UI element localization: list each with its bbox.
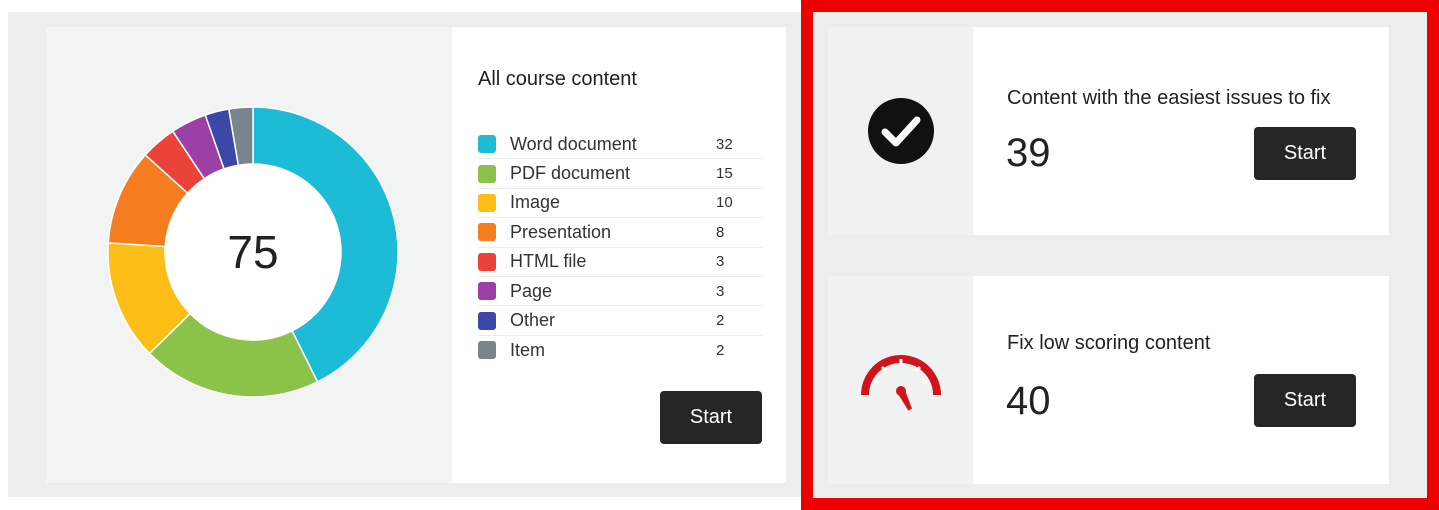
legend-item: Item 2	[478, 336, 762, 365]
legend-label: Presentation	[510, 221, 612, 242]
content-title: All course content	[478, 68, 637, 90]
content-legend: Word document 32 PDF document 15 Image 10 Pres…	[478, 130, 762, 365]
legend-count: 32	[716, 135, 733, 153]
legend-item: HTML file 3	[478, 248, 762, 277]
legend-swatch	[478, 193, 496, 212]
legend-item: Word document 32	[478, 130, 762, 160]
legend-item: Presentation 8	[478, 218, 762, 248]
legend-count: 2	[716, 341, 725, 359]
legend-label: Item	[510, 339, 546, 360]
legend-item: Image 10	[478, 189, 762, 219]
legend-item: Page 3	[478, 277, 762, 307]
legend-swatch	[478, 164, 496, 183]
start-all-content-button[interactable]: Start	[660, 391, 762, 444]
legend-label: Word document	[510, 133, 637, 154]
content-breakdown-panel: All course content Word document 32 PDF do…	[452, 27, 786, 483]
legend-swatch	[478, 282, 496, 301]
legend-swatch	[478, 223, 496, 242]
accessibility-dashboard: 75 All course content Word document 32 PDF…	[0, 0, 1439, 510]
highlight-frame	[801, 0, 1439, 510]
legend-count: 10	[716, 194, 733, 212]
donut-total: 75	[227, 226, 279, 278]
legend-count: 3	[716, 253, 725, 271]
legend-count: 15	[716, 165, 733, 183]
legend-swatch	[478, 311, 496, 330]
legend-count: 2	[716, 312, 725, 330]
legend-label: Other	[510, 310, 556, 331]
legend-count: 8	[716, 223, 725, 241]
legend-item: PDF document 15	[478, 159, 762, 189]
legend-swatch	[478, 135, 496, 154]
legend-label: Page	[510, 280, 553, 301]
legend-label: Image	[510, 192, 561, 213]
legend-label: HTML file	[510, 251, 587, 272]
legend-swatch	[478, 252, 496, 271]
content-donut-panel: 75	[46, 27, 452, 483]
legend-swatch	[478, 341, 496, 360]
legend-item: Other 2	[478, 306, 762, 336]
legend-label: PDF document	[510, 163, 631, 184]
legend-count: 3	[716, 282, 725, 300]
